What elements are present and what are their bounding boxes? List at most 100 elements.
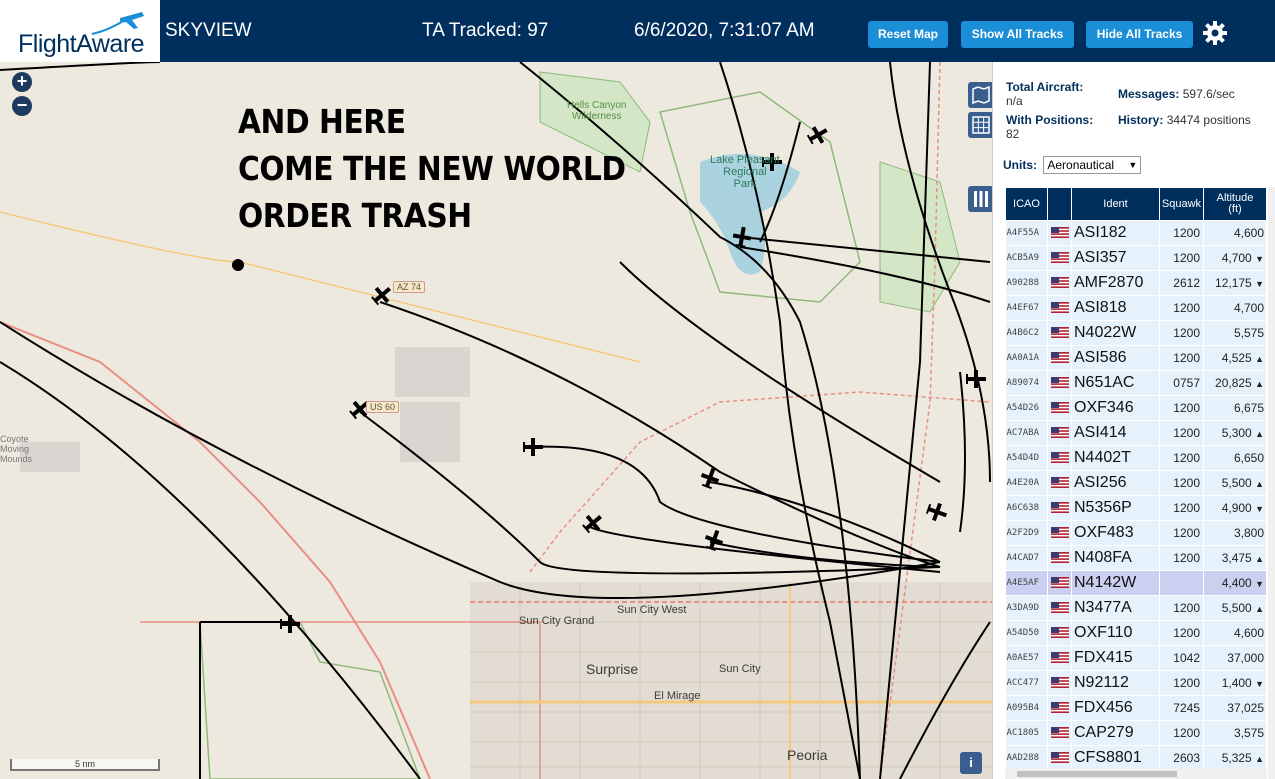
aircraft-row[interactable]: ACB5A9 ASI357 1200 4,700 ▼ xyxy=(1005,245,1267,271)
aircraft-row[interactable]: A90288 AMF2870 2612 12,175 ▼ xyxy=(1005,270,1267,296)
hide-all-tracks-button[interactable]: Hide All Tracks xyxy=(1086,21,1193,48)
cell-squawk: 1200 xyxy=(1159,720,1204,746)
aircraft-row[interactable]: AC1805 CAP279 1200 3,575 xyxy=(1005,720,1267,746)
cell-altitude: 4,700 ▼ xyxy=(1203,245,1267,271)
cell-ident: N651AC xyxy=(1071,370,1160,396)
zoom-out-button[interactable]: − xyxy=(12,96,32,116)
aircraft-row[interactable]: A4EF67 ASI818 1200 4,700 xyxy=(1005,295,1267,321)
cell-squawk: 1200 xyxy=(1159,470,1204,496)
aircraft-row[interactable]: A6C638 N5356P 1200 4,900 ▼ xyxy=(1005,495,1267,521)
map-label-hells-canyon: Hells Canyon Wilderness xyxy=(567,100,627,122)
cell-icao: A2F2D9 xyxy=(1005,520,1048,546)
altitude-trend-icon: ▲ xyxy=(1255,479,1264,489)
aircraft-row[interactable]: AA0A1A ASI586 1200 4,525 ▲ xyxy=(1005,345,1267,371)
altitude-value: 4,700 xyxy=(1233,301,1264,315)
cell-icao: ACB5A9 xyxy=(1005,245,1048,271)
column-header-ident[interactable]: Ident xyxy=(1071,187,1160,221)
cell-squawk xyxy=(1159,570,1204,596)
units-value: Aeronautical xyxy=(1047,158,1115,172)
altitude-value: 20,825 xyxy=(1215,376,1252,390)
cell-ident: CAP279 xyxy=(1071,720,1160,746)
units-select[interactable]: Aeronautical ▼ xyxy=(1043,156,1142,174)
aircraft-row[interactable]: A4CAD7 N408FA 1200 3,475 ▲ xyxy=(1005,545,1267,571)
scrollbar-thumb[interactable] xyxy=(1017,771,1177,777)
us-flag-icon xyxy=(1047,445,1072,471)
aircraft-row[interactable]: A3DA9D N3477A 1200 5,500 ▲ xyxy=(1005,595,1267,621)
map-view[interactable]: + − AND HERE COME THE NEW WORLD ORDER TR… xyxy=(0,62,992,779)
show-all-tracks-button[interactable]: Show All Tracks xyxy=(961,21,1074,48)
us-flag-icon xyxy=(1047,720,1072,746)
aircraft-row[interactable]: A4E20A ASI256 1200 5,500 ▲ xyxy=(1005,470,1267,496)
grid-icon[interactable] xyxy=(968,112,992,138)
history-value: 34474 positions xyxy=(1166,113,1251,127)
cell-squawk: 1200 xyxy=(1159,420,1204,446)
with-positions-label: With Positions: xyxy=(1006,113,1094,127)
column-header-icao[interactable]: ICAO xyxy=(1005,187,1048,221)
road-shield-us60: US 60 xyxy=(366,401,400,413)
aircraft-row[interactable]: A2F2D9 OXF483 1200 3,800 xyxy=(1005,520,1267,546)
us-flag-icon xyxy=(1047,245,1072,271)
cell-ident: OXF110 xyxy=(1071,620,1160,646)
horizontal-scrollbar[interactable] xyxy=(1005,769,1267,779)
cell-altitude: 4,525 ▲ xyxy=(1203,345,1267,371)
aircraft-row[interactable]: A54D4D N4402T 1200 6,650 xyxy=(1005,445,1267,471)
altitude-value: 4,400 xyxy=(1221,576,1252,590)
cell-altitude: 4,600 xyxy=(1203,620,1267,646)
altitude-trend-icon: ▼ xyxy=(1255,279,1264,289)
cell-squawk: 1200 xyxy=(1159,445,1204,471)
app-name: SKYVIEW xyxy=(165,20,252,41)
us-flag-icon xyxy=(1047,670,1072,696)
us-flag-icon xyxy=(1047,220,1072,246)
us-flag-icon xyxy=(1047,370,1072,396)
cell-squawk: 2603 xyxy=(1159,745,1204,771)
cell-altitude: 4,700 xyxy=(1203,295,1267,321)
aircraft-row[interactable]: A89074 N651AC 0757 20,825 ▲ xyxy=(1005,370,1267,396)
messages-stat: Messages: 597.6/sec xyxy=(1118,87,1268,101)
aircraft-row[interactable]: A4E5AF N4142W 4,400 ▼ xyxy=(1005,570,1267,596)
cell-icao: AA0A1A xyxy=(1005,345,1048,371)
cell-icao: A4F55A xyxy=(1005,220,1048,246)
column-header-altitude[interactable]: Altitude (ft) xyxy=(1203,187,1267,221)
cell-squawk: 7245 xyxy=(1159,695,1204,721)
column-header-flag[interactable] xyxy=(1047,187,1072,221)
cell-ident: ASI357 xyxy=(1071,245,1160,271)
aircraft-row[interactable]: A54D50 OXF110 1200 4,600 xyxy=(1005,620,1267,646)
cell-ident: OXF483 xyxy=(1071,520,1160,546)
total-aircraft-stat: Total Aircraft: n/a xyxy=(1006,80,1116,108)
cell-ident: N5356P xyxy=(1071,495,1160,521)
vertical-scrollbar[interactable] xyxy=(1268,187,1275,779)
flightaware-logo[interactable]: FlightAware xyxy=(0,0,160,62)
cell-squawk: 1200 xyxy=(1159,620,1204,646)
aircraft-row[interactable]: A4B6C2 N4022W 1200 5,575 xyxy=(1005,320,1267,346)
gear-icon[interactable] xyxy=(1202,20,1228,46)
aircraft-row[interactable]: ACC477 N92112 1200 1,400 ▼ xyxy=(1005,670,1267,696)
aircraft-row[interactable]: A095B4 FDX456 7245 37,025 xyxy=(1005,695,1267,721)
road-shield-az74: AZ 74 xyxy=(393,281,426,293)
aircraft-row[interactable]: AAD288 CFS8801 2603 5,325 ▲ xyxy=(1005,745,1267,771)
aircraft-row[interactable]: AC7ABA ASI414 1200 5,300 ▲ xyxy=(1005,420,1267,446)
columns-icon[interactable] xyxy=(968,186,992,212)
total-aircraft-label: Total Aircraft: xyxy=(1006,80,1084,94)
info-button[interactable]: i xyxy=(960,752,982,774)
aircraft-row[interactable]: A54D26 OXF346 1200 6,675 xyxy=(1005,395,1267,421)
cell-altitude: 5,575 xyxy=(1203,320,1267,346)
cell-altitude: 4,600 xyxy=(1203,220,1267,246)
reset-map-button[interactable]: Reset Map xyxy=(868,21,948,48)
map-label-lake-pleasant: Lake Pleasant Regional Park xyxy=(710,154,780,190)
cell-ident: N408FA xyxy=(1071,545,1160,571)
column-header-squawk[interactable]: Squawk xyxy=(1159,187,1204,221)
cell-squawk: 1200 xyxy=(1159,520,1204,546)
cell-icao: A4B6C2 xyxy=(1005,320,1048,346)
zoom-in-button[interactable]: + xyxy=(12,72,32,92)
altitude-value: 37,025 xyxy=(1227,701,1264,715)
aircraft-row[interactable]: A4F55A ASI182 1200 4,600 xyxy=(1005,220,1267,246)
cell-icao: A4EF67 xyxy=(1005,295,1048,321)
scale-bar: 5 nm xyxy=(10,759,160,771)
cell-ident: CFS8801 xyxy=(1071,745,1160,771)
cell-icao: A6C638 xyxy=(1005,495,1048,521)
map-label-peoria: Peoria xyxy=(787,747,828,763)
cell-icao: A54D50 xyxy=(1005,620,1048,646)
aircraft-row[interactable]: A0AE57 FDX415 1042 37,000 xyxy=(1005,645,1267,671)
map-layer-icon[interactable] xyxy=(968,82,992,108)
cell-altitude: 4,900 ▼ xyxy=(1203,495,1267,521)
